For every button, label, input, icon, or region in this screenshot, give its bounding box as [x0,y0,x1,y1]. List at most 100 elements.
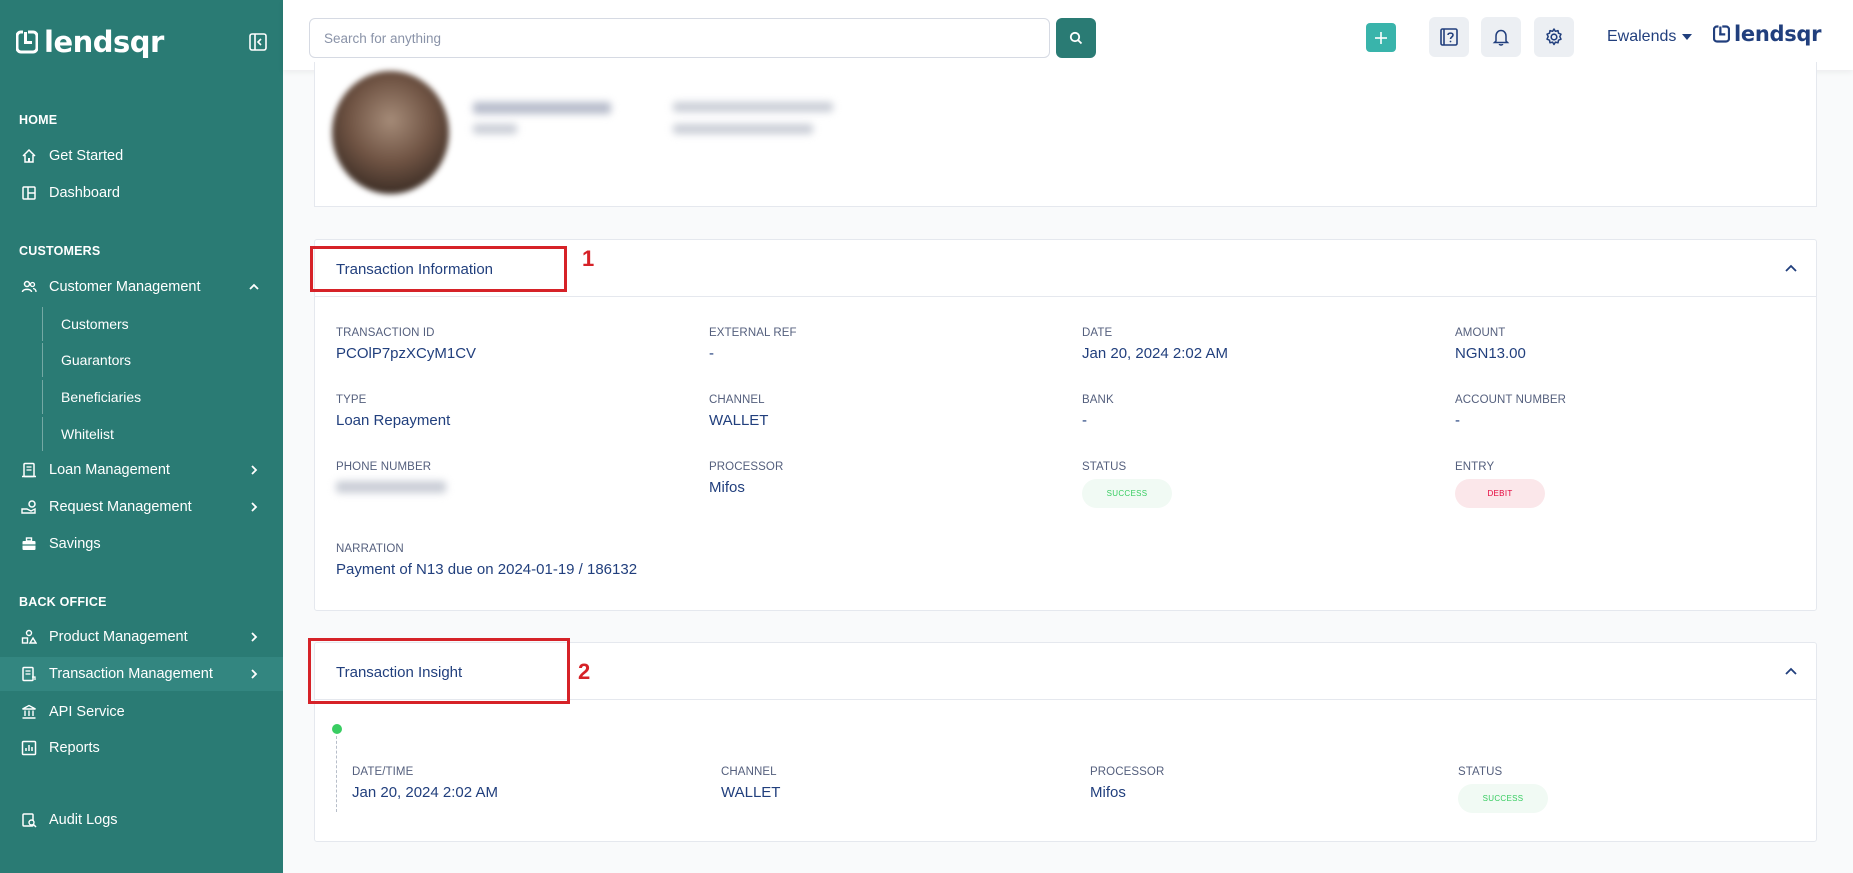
amount-field: AMOUNT NGN13.00 [1455,327,1526,362]
field-value: Jan 20, 2024 2:02 AM [1082,345,1228,362]
sidebar-item-customer-management[interactable]: Customer Management [0,270,283,304]
section-back-office: BACK OFFICE [19,595,107,609]
entry-badge: DEBIT [1455,479,1545,508]
status-badge: SUCCESS [1458,784,1548,813]
audit-icon [20,811,38,829]
collapse-sidebar-icon[interactable] [248,32,268,52]
field-value: - [709,345,714,362]
sidebar-subitem-guarantors[interactable]: Guarantors [42,343,283,377]
account-number-field: ACCOUNT NUMBER - [1455,394,1566,429]
sidebar-item-reports[interactable]: Reports [0,731,283,765]
sidebar-item-dashboard[interactable]: Dashboard [0,176,283,210]
notifications-button[interactable] [1481,17,1521,57]
sidebar-subitem-beneficiaries[interactable]: Beneficiaries [42,380,283,414]
sidebar-logo[interactable]: lendsqr [16,25,164,59]
user-menu[interactable]: Ewalends [1607,28,1693,46]
sidebar-item-transaction-management[interactable]: Transaction Management [0,657,283,691]
channel-field: CHANNEL WALLET [709,394,768,429]
status-badge: SUCCESS [1082,479,1172,508]
sidebar-item-label: Loan Management [49,462,170,478]
lendsqr-logo-icon [1713,25,1730,43]
loan-icon [20,461,38,479]
sidebar-item-audit-logs[interactable]: Audit Logs [0,803,283,837]
sidebar-subitem-customers[interactable]: Customers [42,307,283,341]
sidebar-item-product-management[interactable]: Product Management [0,620,283,654]
transaction-id-field: TRANSACTION ID PCOlP7pzXCyM1CV [336,327,476,362]
chevron-up-icon[interactable] [1784,262,1798,276]
user-name: Ewalends [1607,28,1677,45]
field-label: DATE [1082,327,1113,339]
request-icon [20,498,38,516]
field-value: - [1082,412,1087,429]
field-label: ACCOUNT NUMBER [1455,394,1567,406]
annotation-box-1 [310,246,567,292]
chevron-right-icon [251,502,258,512]
sidebar: lendsqr HOME Get Started Dashboard CUSTO… [0,0,283,873]
sidebar-item-savings[interactable]: Savings [0,527,283,561]
field-value: Mifos [709,479,745,496]
field-label: NARRATION [336,543,404,555]
transaction-information-card: Transaction Information TRANSACTION ID P… [314,239,1817,611]
entry-field: ENTRY DEBIT [1455,461,1545,508]
product-icon [20,628,38,646]
customer-name-redacted [473,102,611,114]
chevron-up-icon [249,283,259,290]
field-label: TYPE [336,394,367,406]
sidebar-item-api-service[interactable]: API Service [0,695,283,729]
users-icon [20,278,38,296]
search-icon [1069,31,1083,45]
sidebar-item-label: Reports [49,740,100,756]
transaction-icon [20,665,38,683]
field-label: PROCESSOR [1090,766,1165,778]
timeline: DATE/TIME Jan 20, 2024 2:02 AM CHANNEL W… [315,700,1816,840]
field-label: EXTERNAL REF [709,327,797,339]
sidebar-brand-text: lendsqr [44,25,164,59]
sidebar-item-label: API Service [49,704,125,720]
help-button[interactable] [1429,17,1469,57]
sidebar-item-get-started[interactable]: Get Started [0,139,283,173]
gear-icon [1546,28,1562,46]
field-label: BANK [1082,394,1114,406]
field-value: Loan Repayment [336,412,451,429]
sidebar-item-loan-management[interactable]: Loan Management [0,453,283,487]
chevron-right-icon [251,632,258,642]
api-icon [20,703,38,721]
date-field: DATE Jan 20, 2024 2:02 AM [1082,327,1228,362]
bank-field: BANK - [1082,394,1114,429]
annotation-box-2 [308,638,570,704]
org-brand-text: lendsqr [1734,22,1822,46]
settings-button[interactable] [1534,17,1574,57]
bell-icon [1492,29,1510,46]
avatar [332,71,449,194]
search-button[interactable] [1056,18,1096,58]
reports-icon [20,739,38,757]
top-bar: Ewalends lendsqr [283,0,1853,70]
plus-icon [1375,31,1387,44]
org-logo: lendsqr [1713,22,1822,46]
sidebar-subitem-whitelist[interactable]: Whitelist [42,417,283,451]
section-home: HOME [19,113,58,127]
chevron-right-icon [251,669,258,679]
caret-down-icon [1682,34,1693,40]
phone-number-redacted [336,481,446,493]
field-value: WALLET [709,412,769,429]
processor-field: PROCESSOR Mifos [709,461,783,496]
sidebar-item-label: Dashboard [49,185,120,201]
field-value: WALLET [721,784,781,801]
add-button[interactable] [1366,23,1396,52]
sidebar-item-label: Customer Management [49,279,201,295]
sidebar-item-label: Product Management [49,629,188,645]
annotation-number-2: 2 [578,659,591,684]
field-label: PROCESSOR [709,461,784,473]
field-label: STATUS [1082,461,1127,473]
type-field: TYPE Loan Repayment [336,394,450,429]
help-icon [1440,28,1458,46]
section-customers: CUSTOMERS [19,244,101,258]
account-info-redacted [673,102,833,112]
sidebar-item-request-management[interactable]: Request Management [0,490,283,524]
chevron-right-icon [251,465,258,475]
insight-processor-field: PROCESSOR Mifos [1090,766,1164,801]
insight-channel-field: CHANNEL WALLET [721,766,780,801]
search-input[interactable] [309,18,1050,58]
chevron-up-icon[interactable] [1784,665,1798,679]
